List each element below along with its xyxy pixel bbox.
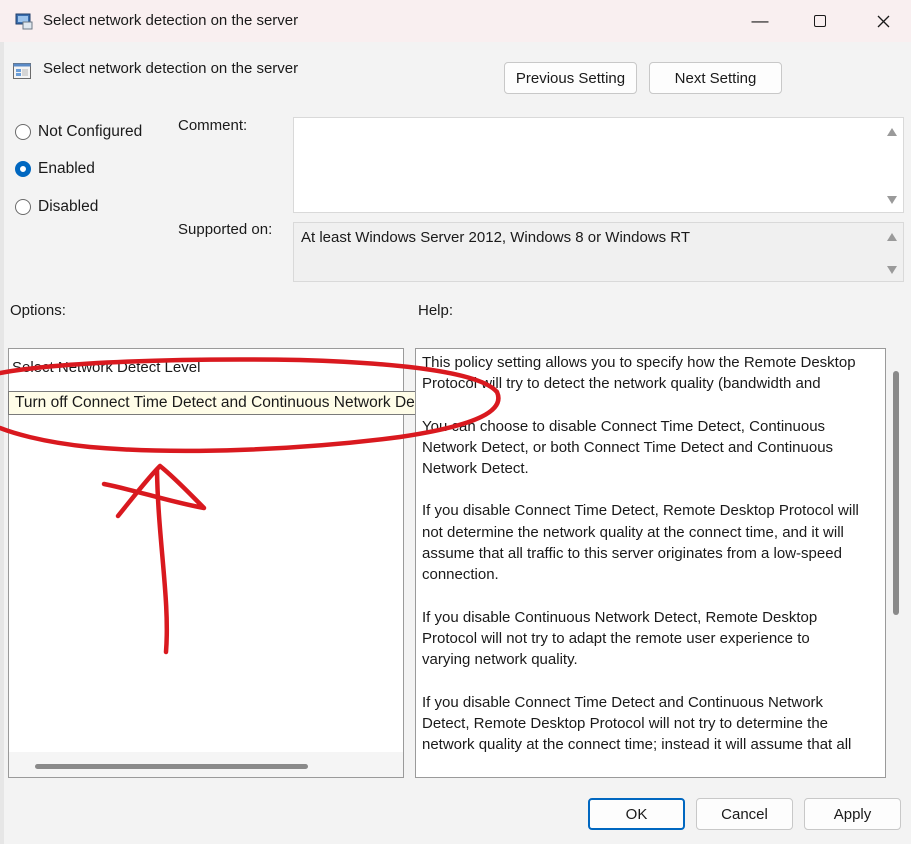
help-paragraph: If you disable Connect Time Detect and C…: [422, 693, 852, 754]
policy-setting-icon: [13, 63, 31, 79]
supported-on-label: Supported on:: [178, 221, 273, 238]
help-text: This policy setting allows you to specif…: [422, 352, 862, 776]
options-horizontal-scrollbar[interactable]: [35, 764, 308, 769]
comment-scroll-down-icon[interactable]: [887, 196, 897, 204]
policy-name-heading: Select network detection on the server: [43, 60, 299, 77]
ok-button[interactable]: OK: [588, 798, 685, 830]
close-button[interactable]: [860, 0, 906, 42]
network-detect-level-label: Select Network Detect Level: [12, 359, 201, 376]
radio-not-configured[interactable]: Not Configured: [15, 123, 142, 141]
supported-on-value: At least Windows Server 2012, Windows 8 …: [301, 229, 691, 246]
window-edge: [0, 42, 4, 844]
radio-enabled[interactable]: Enabled: [15, 160, 95, 178]
supported-on-field: At least Windows Server 2012, Windows 8 …: [293, 222, 904, 282]
network-detect-level-dropdown[interactable]: Turn off Connect Time Detect and Continu…: [8, 391, 481, 415]
radio-not-configured-indicator[interactable]: [15, 124, 31, 140]
help-paragraph: If you disable Continuous Network Detect…: [422, 608, 818, 669]
help-paragraph: You can choose to disable Connect Time D…: [422, 417, 834, 478]
radio-disabled[interactable]: Disabled: [15, 198, 98, 216]
options-label: Options:: [10, 302, 66, 319]
maximize-button[interactable]: [797, 0, 843, 42]
radio-enabled-label: Enabled: [38, 160, 95, 177]
help-paragraph: If you disable Connect Time Detect, Remo…: [422, 502, 859, 584]
radio-disabled-label: Disabled: [38, 198, 99, 215]
help-label: Help:: [418, 302, 454, 319]
radio-enabled-indicator[interactable]: [15, 161, 31, 177]
supported-scroll-up-icon[interactable]: [887, 233, 897, 241]
radio-not-configured-label: Not Configured: [38, 123, 143, 140]
comment-textarea[interactable]: [293, 117, 904, 213]
group-policy-app-icon: [15, 13, 33, 30]
maximize-icon: [814, 15, 826, 27]
title-bar: Select network detection on the server —: [0, 0, 911, 42]
supported-scroll-down-icon[interactable]: [887, 266, 897, 274]
previous-setting-button[interactable]: Previous Setting: [504, 62, 637, 94]
comment-scroll-up-icon[interactable]: [887, 128, 897, 136]
minimize-icon: —: [751, 11, 769, 30]
comment-label: Comment:: [178, 117, 248, 134]
cancel-button[interactable]: Cancel: [696, 798, 793, 830]
help-paragraph: This policy setting allows you to specif…: [422, 354, 856, 393]
radio-disabled-indicator[interactable]: [15, 199, 31, 215]
help-panel: This policy setting allows you to specif…: [415, 348, 886, 778]
help-vertical-scrollbar[interactable]: [893, 371, 899, 615]
minimize-button[interactable]: —: [737, 0, 783, 42]
close-icon: [877, 15, 889, 27]
next-setting-button[interactable]: Next Setting: [649, 62, 782, 94]
window-title: Select network detection on the server: [43, 12, 299, 29]
apply-button[interactable]: Apply: [804, 798, 901, 830]
